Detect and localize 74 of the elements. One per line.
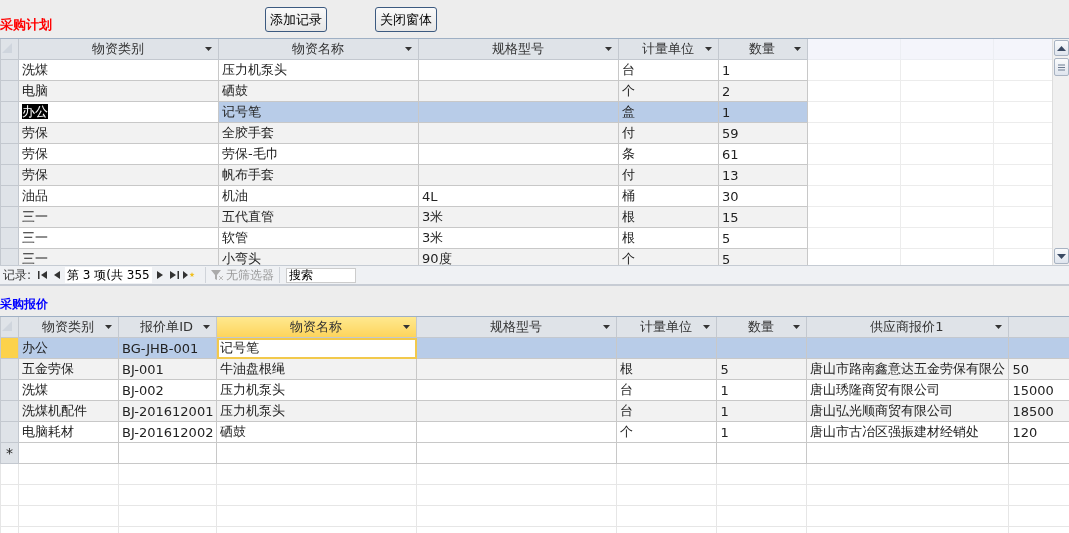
previous-record-icon <box>53 271 63 279</box>
table-cell: 电脑 <box>18 80 219 102</box>
scroll-up-button[interactable] <box>1054 40 1069 56</box>
column-header[interactable]: 数量 <box>716 317 807 338</box>
dropdown-icon <box>105 325 112 329</box>
table-cell: 3米 <box>418 227 619 249</box>
column-header[interactable]: 物资类别 <box>18 39 219 60</box>
table-cell: 唐山弘光顺商贸有限公司 <box>806 400 1009 422</box>
new-row-marker: * <box>0 442 19 464</box>
column-header[interactable]: 物资名称 <box>216 317 417 338</box>
grip-icon <box>1058 63 1065 71</box>
table-cell: 办公 <box>18 101 219 123</box>
table-cell: 劳保 <box>18 164 219 186</box>
dropdown-icon <box>405 47 412 51</box>
table-cell: 三一 <box>18 227 219 249</box>
table-cell: 4L <box>418 185 619 207</box>
dropdown-icon <box>203 325 211 329</box>
table-cell: 劳保 <box>18 122 219 144</box>
table-cell: 唐山琇隆商贸有限公司 <box>806 379 1009 401</box>
column-header[interactable]: 规格型号 <box>418 39 619 60</box>
dropdown-icon <box>703 325 711 329</box>
scrollbar-thumb[interactable] <box>1054 58 1069 76</box>
next-record-icon <box>154 271 164 279</box>
table-cell: 劳保 <box>18 143 219 165</box>
column-header[interactable]: 计量单位 <box>616 317 717 338</box>
column-header[interactable]: 数量 <box>718 39 808 60</box>
table-cell: 油品 <box>18 185 219 207</box>
table-cell: 记号笔 <box>216 337 417 359</box>
dropdown-icon <box>995 325 1003 329</box>
table-cell: 洗煤 <box>18 59 219 81</box>
column-header[interactable]: 报价单ID <box>118 317 217 338</box>
dropdown-icon <box>794 47 801 51</box>
dropdown-icon <box>205 47 212 51</box>
scroll-down-button[interactable] <box>1054 248 1069 264</box>
column-header[interactable]: 计量单位 <box>618 39 719 60</box>
table-cell: 唐山市古冶区强振建材经销处 <box>806 421 1009 443</box>
column-header[interactable]: 物资类别 <box>18 317 119 338</box>
section-title: 采购报价 <box>0 297 48 311</box>
table-cell: 软管 <box>218 227 419 249</box>
dropdown-icon <box>605 47 612 51</box>
dropdown-icon <box>403 325 411 329</box>
table-cell: 硒鼓 <box>216 421 417 443</box>
add-record-button[interactable]: 添加记录 <box>265 7 327 32</box>
table-cell: 帆布手套 <box>218 164 419 186</box>
column-header[interactable]: 供应商报价1 <box>806 317 1009 338</box>
table-cell: 全胶手套 <box>218 122 419 144</box>
search-field[interactable]: 搜索 <box>285 267 356 283</box>
table-cell: 硒鼓 <box>218 80 419 102</box>
dropdown-icon <box>705 47 712 51</box>
new-record-icon <box>183 271 196 279</box>
table-cell: 3米 <box>418 206 619 228</box>
close-form-button[interactable]: 关闭窗体 <box>375 7 437 32</box>
dropdown-icon <box>603 325 611 329</box>
table-cell: 三一 <box>18 206 219 228</box>
first-record-icon <box>38 271 48 279</box>
last-record-icon <box>169 271 179 279</box>
record-label: 记录: <box>3 266 32 284</box>
table-cell: 记号笔 <box>218 101 419 123</box>
table-cell: 机油 <box>218 185 419 207</box>
table-cell: 唐山市路南鑫意达五金劳保有限公 <box>806 358 1009 380</box>
down-arrow-icon <box>1057 253 1066 259</box>
table-cell: 牛油盘根绳 <box>216 358 417 380</box>
table-cell: 压力机泵头 <box>216 400 417 422</box>
section-title: 采购计划 <box>0 16 53 34</box>
table-cell: 劳保-毛巾 <box>218 143 419 165</box>
table-cell: 五代直管 <box>218 206 419 228</box>
funnel-icon <box>210 269 223 281</box>
table-cell: 压力机泵头 <box>218 59 419 81</box>
record-position-field[interactable]: 第 3 项(共 355 <box>65 267 152 283</box>
dropdown-icon <box>793 325 801 329</box>
up-arrow-icon <box>1057 45 1066 51</box>
column-header[interactable]: 物资名称 <box>218 39 419 60</box>
table-cell: 压力机泵头 <box>216 379 417 401</box>
column-header[interactable]: 规格型号 <box>416 317 617 338</box>
